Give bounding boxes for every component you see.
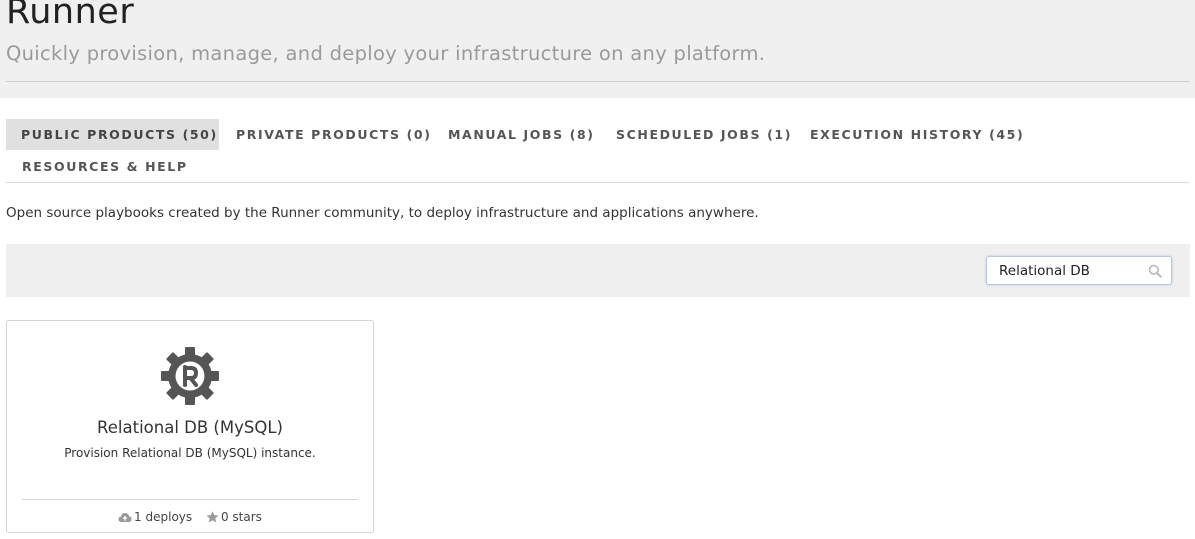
tab-bar: PUBLIC PRODUCTS (50) PRIVATE PRODUCTS (0… — [6, 119, 1190, 183]
card-divider — [22, 499, 358, 500]
tab-public-products[interactable]: PUBLIC PRODUCTS (50) — [6, 119, 219, 150]
header-divider — [6, 81, 1190, 82]
star-icon — [206, 511, 219, 523]
search-icon[interactable] — [1148, 264, 1162, 278]
runner-gear-logo-icon — [161, 347, 219, 405]
search-input[interactable] — [987, 257, 1149, 284]
page-header: Runner Quickly provision, manage, and de… — [0, 0, 1195, 98]
tab-execution-history[interactable]: EXECUTION HISTORY (45) — [795, 119, 1039, 150]
product-card[interactable]: Relational DB (MySQL) Provision Relation… — [6, 320, 374, 533]
stars-count: 0 stars — [220, 510, 262, 524]
page-title: Runner — [6, 0, 135, 32]
tab-resources-help[interactable]: RESOURCES & HELP — [7, 151, 203, 182]
tab-manual-jobs[interactable]: MANUAL JOBS (8) — [433, 119, 610, 150]
deploys-stat: 1 deploys — [118, 510, 192, 524]
product-stats: 1 deploys 0 stars — [7, 510, 373, 524]
stars-stat: 0 stars — [206, 510, 262, 524]
deploys-count: 1 deploys — [134, 510, 193, 524]
tab-private-products[interactable]: PRIVATE PRODUCTS (0) — [221, 119, 447, 150]
filter-bar — [6, 244, 1190, 297]
page-subtitle: Quickly provision, manage, and deploy yo… — [6, 42, 766, 65]
product-description: Provision Relational DB (MySQL) instance… — [64, 446, 316, 460]
tab-scheduled-jobs[interactable]: SCHEDULED JOBS (1) — [601, 119, 807, 150]
cloud-upload-icon — [118, 513, 132, 522]
product-name: Relational DB (MySQL) — [97, 418, 283, 437]
intro-text: Open source playbooks created by the Run… — [6, 205, 759, 221]
tab-bar-divider — [6, 182, 1190, 183]
search-box — [986, 256, 1172, 285]
